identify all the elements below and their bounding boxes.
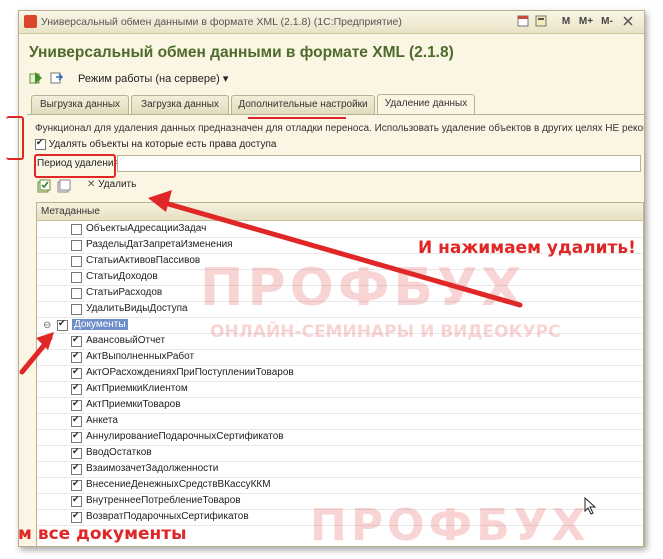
annotation-all-documents: м все документы (18, 524, 187, 544)
annotation-click-delete: И нажимаем удалить! (418, 238, 636, 258)
watermark-brand: ПРОФБУХ (200, 258, 526, 318)
watermark-brand-bottom: ПРОФБУХ (310, 500, 590, 551)
watermark-tagline: ОНЛАЙН-СЕМИНАРЫ И ВИДЕОКУРС (210, 322, 561, 342)
mouse-cursor-icon (584, 497, 597, 515)
